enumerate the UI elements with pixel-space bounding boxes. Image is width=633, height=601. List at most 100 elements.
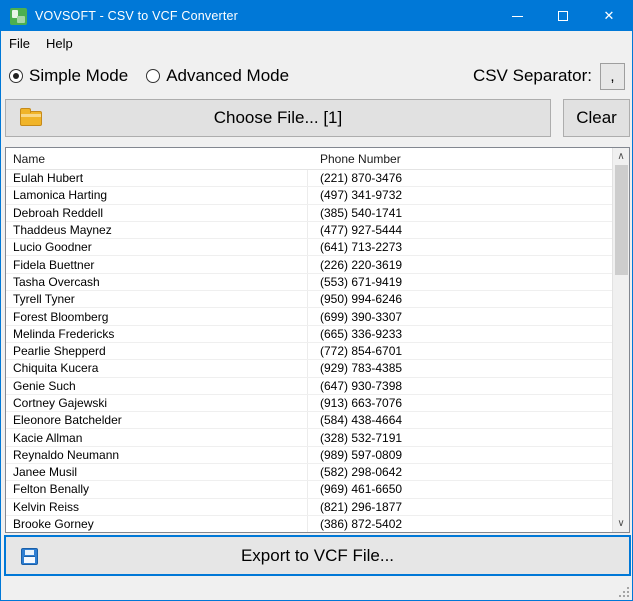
table-row[interactable]: Lamonica Harting (497) 341-9732	[6, 187, 629, 204]
csv-separator-input[interactable]: ,	[600, 63, 625, 90]
cell-phone: (221) 870-3476	[307, 171, 402, 185]
cell-name: Janee Musil	[6, 465, 307, 479]
table-row[interactable]: Chiquita Kucera (929) 783-4385	[6, 360, 629, 377]
close-button[interactable]: ✕	[586, 1, 632, 31]
cell-phone: (641) 713-2273	[307, 240, 402, 254]
cell-phone: (584) 438-4664	[307, 413, 402, 427]
window-title: VOVSOFT - CSV to VCF Converter	[35, 9, 238, 23]
cell-name: Lamonica Harting	[6, 188, 307, 202]
scroll-up-icon[interactable]: ∧	[613, 148, 630, 165]
scrollbar-thumb[interactable]	[615, 165, 628, 275]
cell-name: Tasha Overcash	[6, 275, 307, 289]
contacts-table: Name Phone Number Eulah Hubert (221) 870…	[5, 147, 630, 533]
radio-advanced-label: Advanced Mode	[166, 66, 289, 86]
cell-phone: (582) 298-0642	[307, 465, 402, 479]
table-row[interactable]: Reynaldo Neumann (989) 597-0809	[6, 447, 629, 464]
export-vcf-button[interactable]: Export to VCF File...	[4, 535, 631, 576]
cell-name: Debroah Reddell	[6, 206, 307, 220]
cell-name: Pearlie Shepperd	[6, 344, 307, 358]
table-row[interactable]: Tasha Overcash (553) 671-9419	[6, 274, 629, 291]
table-row[interactable]: Fidela Buettner (226) 220-3619	[6, 256, 629, 273]
cell-phone: (386) 872-5402	[307, 517, 402, 531]
choose-file-button[interactable]: Choose File... [1]	[5, 99, 551, 137]
caption-buttons: ✕	[494, 1, 632, 31]
table-row[interactable]: Janee Musil (582) 298-0642	[6, 464, 629, 481]
table-row[interactable]: Kelvin Reiss (821) 296-1877	[6, 499, 629, 516]
table-body: Eulah Hubert (221) 870-3476 Lamonica Har…	[6, 170, 629, 533]
cell-name: Lucio Goodner	[6, 240, 307, 254]
table-row[interactable]: Forest Bloomberg (699) 390-3307	[6, 308, 629, 325]
cell-phone: (385) 540-1741	[307, 206, 402, 220]
table-row[interactable]: Brooke Gorney (386) 872-5402	[6, 516, 629, 533]
cell-name: Kacie Allman	[6, 431, 307, 445]
radio-simple-icon	[9, 69, 23, 83]
cell-name: Kelvin Reiss	[6, 500, 307, 514]
scroll-down-icon[interactable]: ∨	[613, 515, 630, 532]
cell-phone: (328) 532-7191	[307, 431, 402, 445]
menu-file[interactable]: File	[1, 32, 38, 55]
cell-name: Eulah Hubert	[6, 171, 307, 185]
table-row[interactable]: Cortney Gajewski (913) 663-7076	[6, 395, 629, 412]
cell-phone: (665) 336-9233	[307, 327, 402, 341]
column-header-phone[interactable]: Phone Number	[307, 152, 401, 166]
vertical-scrollbar[interactable]: ∧ ∨	[612, 148, 629, 532]
cell-name: Brooke Gorney	[6, 517, 307, 531]
mode-row: Simple Mode Advanced Mode CSV Separator:…	[1, 56, 632, 96]
cell-phone: (950) 994-6246	[307, 292, 402, 306]
table-row[interactable]: Kacie Allman (328) 532-7191	[6, 429, 629, 446]
table-row[interactable]: Genie Such (647) 930-7398	[6, 378, 629, 395]
table-row[interactable]: Eulah Hubert (221) 870-3476	[6, 170, 629, 187]
export-vcf-label: Export to VCF File...	[241, 546, 394, 566]
cell-phone: (929) 783-4385	[307, 361, 402, 375]
cell-name: Reynaldo Neumann	[6, 448, 307, 462]
save-icon	[21, 548, 38, 565]
cell-phone: (969) 461-6650	[307, 482, 402, 496]
cell-phone: (477) 927-5444	[307, 223, 402, 237]
table-header: Name Phone Number	[6, 148, 629, 170]
cell-phone: (913) 663-7076	[307, 396, 402, 410]
cell-name: Genie Such	[6, 379, 307, 393]
table-row[interactable]: Tyrell Tyner (950) 994-6246	[6, 291, 629, 308]
radio-advanced-mode[interactable]: Advanced Mode	[146, 66, 289, 86]
app-logo-icon	[10, 8, 27, 25]
csv-separator-area: CSV Separator: ,	[473, 63, 625, 90]
minimize-icon	[512, 16, 523, 17]
radio-advanced-icon	[146, 69, 160, 83]
csv-separator-label: CSV Separator:	[473, 66, 592, 86]
table-row[interactable]: Pearlie Shepperd (772) 854-6701	[6, 343, 629, 360]
table-row[interactable]: Lucio Goodner (641) 713-2273	[6, 239, 629, 256]
table-row[interactable]: Thaddeus Maynez (477) 927-5444	[6, 222, 629, 239]
cell-phone: (647) 930-7398	[307, 379, 402, 393]
cell-phone: (497) 341-9732	[307, 188, 402, 202]
cell-name: Fidela Buettner	[6, 258, 307, 272]
menubar: File Help	[1, 31, 632, 56]
cell-name: Forest Bloomberg	[6, 310, 307, 324]
table-row[interactable]: Eleonore Batchelder (584) 438-4664	[6, 412, 629, 429]
cell-phone: (821) 296-1877	[307, 500, 402, 514]
radio-simple-label: Simple Mode	[29, 66, 128, 86]
cell-name: Thaddeus Maynez	[6, 223, 307, 237]
titlebar: VOVSOFT - CSV to VCF Converter ✕	[1, 1, 632, 31]
statusbar	[1, 576, 632, 600]
cell-phone: (226) 220-3619	[307, 258, 402, 272]
menu-help[interactable]: Help	[38, 32, 81, 55]
cell-name: Cortney Gajewski	[6, 396, 307, 410]
table-row[interactable]: Debroah Reddell (385) 540-1741	[6, 205, 629, 222]
cell-name: Chiquita Kucera	[6, 361, 307, 375]
cell-name: Felton Benally	[6, 482, 307, 496]
column-header-name[interactable]: Name	[6, 152, 307, 166]
clear-button[interactable]: Clear	[563, 99, 630, 137]
resize-grip[interactable]	[619, 587, 629, 597]
table-row[interactable]: Felton Benally (969) 461-6650	[6, 481, 629, 498]
minimize-button[interactable]	[494, 1, 540, 31]
cell-name: Tyrell Tyner	[6, 292, 307, 306]
folder-icon	[20, 111, 42, 126]
cell-phone: (772) 854-6701	[307, 344, 402, 358]
cell-name: Eleonore Batchelder	[6, 413, 307, 427]
maximize-button[interactable]	[540, 1, 586, 31]
radio-simple-mode[interactable]: Simple Mode	[9, 66, 128, 86]
choose-file-label: Choose File... [1]	[214, 108, 343, 128]
app-window: VOVSOFT - CSV to VCF Converter ✕ File He…	[0, 0, 633, 601]
table-row[interactable]: Melinda Fredericks (665) 336-9233	[6, 326, 629, 343]
cell-phone: (989) 597-0809	[307, 448, 402, 462]
